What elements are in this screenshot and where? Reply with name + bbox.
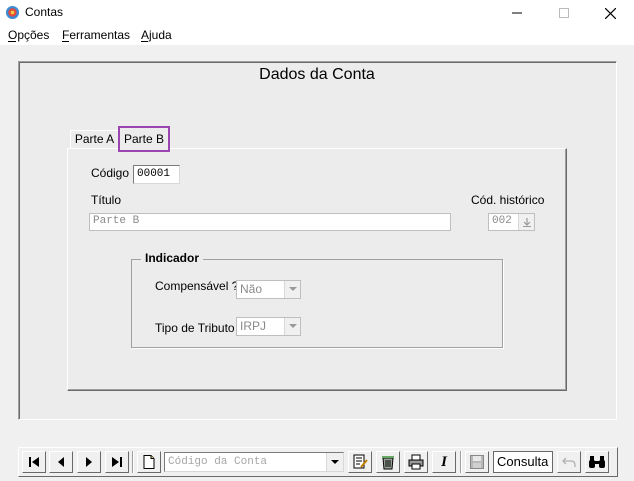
printer-icon [408,454,424,470]
edit-record-button[interactable] [348,451,372,473]
dropdown-button[interactable] [284,318,300,335]
indicador-group-title: Indicador [141,251,204,265]
form-title: Dados da Conta [259,66,375,83]
chevron-down-icon [288,287,297,291]
minimize-button[interactable] [494,0,540,26]
previous-record-button[interactable] [49,451,73,473]
compensavel-label: Compensável ? [155,279,239,293]
tipo-tributo-value: IRPJ [240,319,267,333]
mnemonic-underline [141,41,148,42]
undo-icon [562,457,576,467]
titulo-label: Título [91,193,122,207]
undo-button[interactable] [557,451,581,473]
compensavel-value: Não [240,282,263,296]
edit-document-icon [353,454,368,469]
first-record-button[interactable] [22,451,46,473]
next-icon [86,457,92,467]
menu-ajuda[interactable]: Ajuda [141,28,172,42]
tab-parte-a[interactable]: Parte A [70,130,118,148]
cod-historico-label: Cód. histórico [471,193,545,207]
new-record-button[interactable] [137,451,161,473]
codigo-field[interactable]: 00001 [133,165,180,184]
chevron-down-icon [331,459,339,464]
save-icon [470,455,484,469]
codigo-label: Código [91,166,130,180]
maximize-icon [559,8,569,18]
mnemonic-underline [8,41,16,42]
maximize-button[interactable] [541,0,587,26]
toolbar-separator [460,451,462,473]
toolbar-separator [132,451,134,473]
app-icon [5,5,20,20]
cod-historico-combo[interactable]: 002 [488,213,535,231]
lookup-button[interactable] [518,214,534,230]
next-record-button[interactable] [77,451,101,473]
tipo-tributo-label: Tipo de Tributo [155,321,235,335]
delete-record-button[interactable] [376,451,400,473]
mnemonic-underline [62,41,69,42]
window-title: Contas [25,5,64,19]
last-record-button[interactable] [105,451,129,473]
binoculars-icon [589,456,605,468]
close-button[interactable] [587,0,633,26]
arrow-down-icon [522,218,531,227]
cod-historico-value: 002 [492,215,512,227]
chevron-down-icon [288,324,297,328]
codigo-conta-placeholder: Código da Conta [168,456,268,468]
codigo-conta-select[interactable]: Código da Conta [164,452,344,472]
titulo-field[interactable]: Parte B [89,213,451,231]
menu-ferramentas[interactable]: Ferramentas [62,28,130,42]
new-document-icon [143,455,155,469]
search-button[interactable] [585,451,609,473]
dropdown-button[interactable] [326,453,343,471]
first-icon [29,457,39,467]
last-icon [112,457,122,467]
tipo-tributo-select[interactable]: IRPJ [236,317,301,336]
dropdown-button[interactable] [284,281,300,298]
print-button[interactable] [404,451,428,473]
minimize-icon [512,12,522,14]
close-icon [604,7,616,19]
save-button[interactable] [465,451,489,473]
italic-icon: I [441,453,447,470]
tab-parte-b[interactable]: Parte B [118,126,170,152]
compensavel-select[interactable]: Não [236,280,301,299]
trash-icon [382,456,394,470]
italic-button[interactable]: I [432,451,456,473]
menu-opcoes[interactable]: Opções [8,28,49,42]
previous-icon [58,457,64,467]
mode-indicator: Consulta [493,451,553,473]
